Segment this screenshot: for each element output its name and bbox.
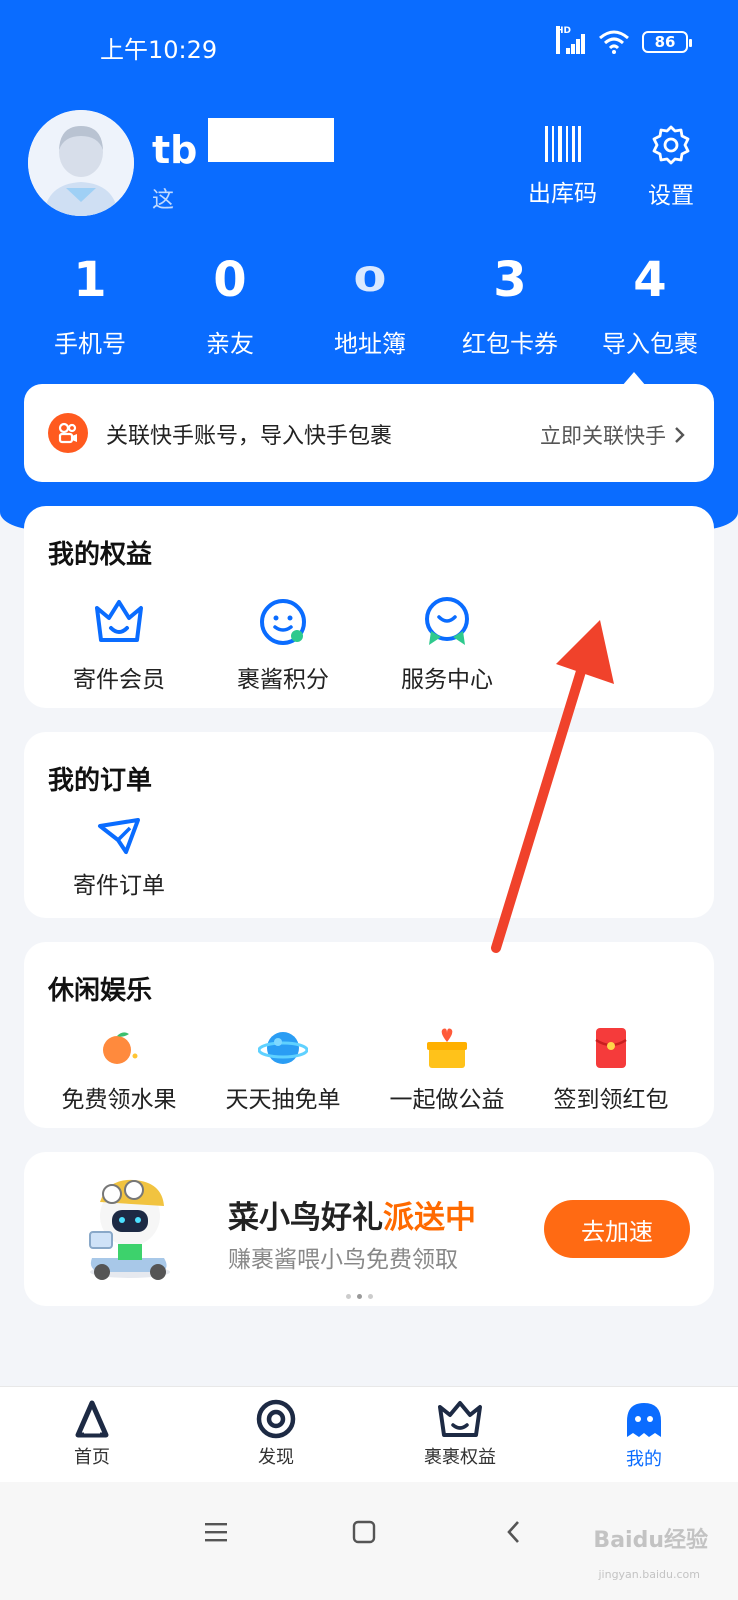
crown-icon: [438, 1401, 482, 1437]
status-bar: 上午10:29 HD 86: [0, 0, 738, 90]
kuaishou-logo-icon: [48, 413, 88, 453]
barcode-icon: [544, 126, 581, 162]
stat-coupons[interactable]: 3 红包卡券: [440, 250, 580, 359]
stats-row: 1 手机号 0 亲友 0 地址簿 3 红包卡券 4 导入包裹: [20, 250, 720, 359]
promo-banner[interactable]: 菜小鸟好礼派送中 赚裹酱喂小鸟免费领取 去加速: [24, 1152, 714, 1306]
profile-header: tb 这 出库码 设置: [28, 110, 718, 220]
smile-face-icon: [255, 594, 311, 650]
leisure-daily-lottery[interactable]: 天天抽免单: [198, 1026, 368, 1114]
gear-icon: [652, 125, 690, 165]
speed-up-button[interactable]: 去加速: [544, 1200, 690, 1258]
leisure-title: 休闲娱乐: [48, 976, 153, 1006]
benefit-points[interactable]: 裹酱积分: [198, 594, 368, 694]
promo-subtitle: 赚裹酱喂小鸟免费领取: [228, 1247, 458, 1273]
system-navigation-bar: Baidu经验 jingyan.baidu.com: [0, 1482, 738, 1600]
wifi-icon: [599, 30, 629, 54]
username: tb: [152, 128, 198, 172]
watermark-url: jingyan.baidu.com: [598, 1568, 700, 1581]
stat-phone[interactable]: 1 手机号: [20, 250, 160, 359]
promo-title: 菜小鸟好礼派送中: [228, 1200, 476, 1236]
redacted-username-mask: [208, 118, 334, 162]
leisure-checkin-redpacket[interactable]: 签到领红包: [526, 1026, 696, 1114]
crown-icon: [91, 594, 147, 650]
cainiao-bird-mascot-icon: [89, 1179, 170, 1280]
link-kuaishou-banner[interactable]: 关联快手账号，导入快手包裹 立即关联快手: [24, 384, 714, 482]
back-icon[interactable]: [494, 1512, 534, 1552]
orders-card: 我的订单 寄件订单: [24, 732, 714, 918]
cellular-signal-icon: HD: [556, 26, 586, 54]
stat-address-book[interactable]: 0 地址簿: [300, 250, 440, 359]
menu-icon[interactable]: [196, 1512, 236, 1552]
checkout-code-button[interactable]: 出库码: [528, 124, 597, 208]
tab-mine[interactable]: 我的: [552, 1387, 736, 1482]
battery-indicator: 86: [642, 31, 692, 53]
home-square-icon[interactable]: [344, 1512, 384, 1552]
status-time: 上午10:29: [100, 36, 218, 64]
stat-import-packages[interactable]: 4 导入包裹: [580, 250, 720, 359]
red-envelope-icon: [583, 1026, 639, 1070]
home-a-icon: [75, 1400, 109, 1438]
paper-plane-icon: [91, 816, 147, 856]
tab-benefits[interactable]: 裹裹权益: [368, 1387, 552, 1482]
benefit-shipping-member[interactable]: 寄件会员: [34, 594, 204, 694]
stat-family[interactable]: 0 亲友: [160, 250, 300, 359]
watermark-text: Baidu经验: [593, 1528, 708, 1553]
leisure-card: 休闲娱乐 免费领水果 天天抽免单 一起做公益 签到领红包: [24, 942, 714, 1128]
orange-fruit-icon: [91, 1026, 147, 1070]
chevron-right-icon: [675, 427, 685, 443]
orders-title: 我的订单: [48, 766, 153, 796]
tab-discover[interactable]: 发现: [184, 1387, 368, 1482]
gift-heart-icon: [419, 1026, 475, 1070]
ghost-profile-icon: [627, 1403, 661, 1437]
service-heart-icon: [419, 594, 475, 650]
benefits-card: 我的权益 寄件会员 裹酱积分 服务中心: [24, 506, 714, 708]
leisure-free-fruit[interactable]: 免费领水果: [34, 1026, 204, 1114]
discover-eye-icon: [256, 1399, 296, 1439]
carousel-indicator: [346, 1294, 373, 1299]
tab-home[interactable]: 首页: [0, 1387, 184, 1482]
link-kuaishou-action[interactable]: 立即关联快手: [540, 420, 686, 450]
link-banner-text: 关联快手账号，导入快手包裹: [106, 424, 393, 449]
default-avatar-icon: [28, 110, 134, 216]
planet-icon: [255, 1026, 311, 1070]
status-icons: HD 86: [556, 26, 692, 54]
profile-subtitle: 这: [152, 188, 175, 213]
order-shipping-orders[interactable]: 寄件订单: [34, 816, 204, 900]
benefits-title: 我的权益: [48, 540, 153, 570]
bottom-tab-bar: 首页 发现 裹裹权益 我的: [0, 1386, 738, 1482]
avatar[interactable]: [28, 110, 134, 216]
settings-button[interactable]: 设置: [648, 124, 694, 210]
leisure-charity[interactable]: 一起做公益: [362, 1026, 532, 1114]
benefit-service-center[interactable]: 服务中心: [362, 594, 532, 694]
